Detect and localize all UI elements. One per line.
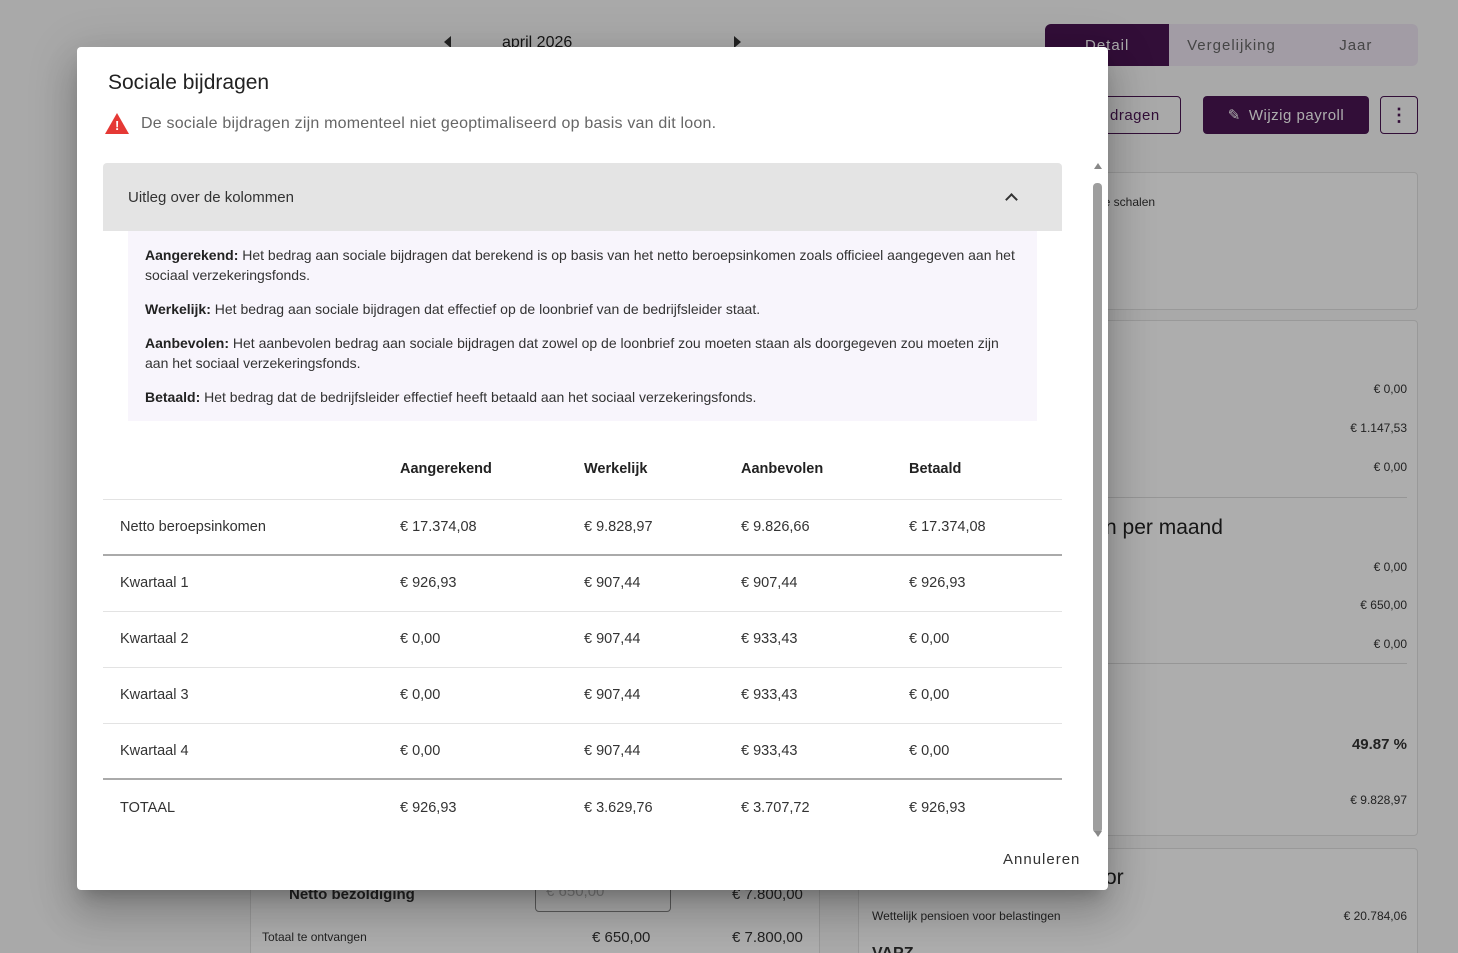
table-cell: € 0,00 — [909, 610, 1062, 667]
row-label: Kwartaal 3 — [103, 666, 400, 723]
table-cell: € 0,00 — [909, 722, 1062, 779]
column-header-werkelijk: Werkelijk — [584, 460, 648, 477]
table-cell: € 0,00 — [400, 722, 584, 779]
table-row: Kwartaal 4 € 0,00 € 907,44 € 933,43 € 0,… — [103, 722, 1062, 779]
table-cell: € 907,44 — [584, 610, 741, 667]
table-cell: € 907,44 — [584, 722, 741, 779]
table-cell: € 9.826,66 — [741, 498, 909, 555]
cancel-button[interactable]: Annuleren — [1003, 851, 1080, 868]
warning-text: De sociale bijdragen zijn momenteel niet… — [141, 114, 717, 132]
explanation-text: Het aanbevolen bedrag aan sociale bijdra… — [145, 335, 999, 371]
explanation-item: Betaald: Het bedrag dat de bedrijfsleide… — [145, 387, 1020, 407]
dialog-title: Sociale bijdragen — [108, 71, 270, 94]
column-header-aangerekend: Aangerekend — [400, 460, 492, 477]
table-cell: € 907,44 — [584, 666, 741, 723]
table-cell: € 926,93 — [400, 554, 584, 611]
scroll-up-icon[interactable] — [1094, 163, 1102, 169]
explanation-panel-body: Aangerekend: Het bedrag aan sociale bijd… — [128, 231, 1037, 421]
explanation-item: Aanbevolen: Het aanbevolen bedrag aan so… — [145, 333, 1020, 373]
warning-icon: ! — [105, 113, 129, 134]
table-cell: € 933,43 — [741, 666, 909, 723]
warning-message: ! De sociale bijdragen zijn momenteel ni… — [105, 113, 716, 134]
table-cell: € 0,00 — [909, 666, 1062, 723]
row-label: Kwartaal 2 — [103, 610, 400, 667]
explanation-term: Betaald: — [145, 389, 201, 405]
row-label: Kwartaal 4 — [103, 722, 400, 779]
dialog-scrollbar[interactable] — [1092, 163, 1103, 837]
table-row: Netto beroepsinkomen € 17.374,08 € 9.828… — [103, 498, 1062, 555]
column-header — [103, 439, 400, 499]
table-cell: € 907,44 — [741, 554, 909, 611]
explanation-panel-header[interactable]: Uitleg over de kolommen — [103, 163, 1062, 231]
explanation-text: Het bedrag aan sociale bijdragen dat ber… — [145, 247, 1015, 283]
explanation-term: Aanbevolen: — [145, 335, 230, 351]
sociale-bijdragen-dialog: Sociale bijdragen ! De sociale bijdragen… — [77, 47, 1108, 890]
table-cell: € 933,43 — [741, 610, 909, 667]
explanation-term: Aangerekend: — [145, 247, 239, 263]
row-label: TOTAAL — [103, 778, 400, 835]
table-row: Kwartaal 1 € 926,93 € 907,44 € 907,44 € … — [103, 554, 1062, 611]
table-cell: € 17.374,08 — [400, 498, 584, 555]
table-row-total: TOTAAL € 926,93 € 3.629,76 € 3.707,72 € … — [103, 778, 1062, 835]
table-cell: € 9.828,97 — [584, 498, 741, 555]
explanation-text: Het bedrag aan sociale bijdragen dat eff… — [210, 301, 761, 317]
table-cell: € 926,93 — [909, 554, 1062, 611]
chevron-up-icon — [1005, 193, 1018, 206]
column-header-betaald: Betaald — [909, 460, 962, 477]
table-cell: € 0,00 — [400, 610, 584, 667]
table-cell: € 0,00 — [400, 666, 584, 723]
table-cell: € 907,44 — [584, 554, 741, 611]
column-header-aanbevolen: Aanbevolen — [741, 460, 824, 477]
table-row: Kwartaal 3 € 0,00 € 907,44 € 933,43 € 0,… — [103, 666, 1062, 723]
table-cell: € 3.629,76 — [584, 778, 741, 835]
explanation-header-label: Uitleg over de kolommen — [128, 188, 294, 206]
table-row: Kwartaal 2 € 0,00 € 907,44 € 933,43 € 0,… — [103, 610, 1062, 667]
row-label: Netto beroepsinkomen — [103, 498, 400, 555]
table-cell: € 17.374,08 — [909, 498, 1062, 555]
table-header-row: Aangerekend Werkelijk Aanbevolen Betaald — [103, 439, 1062, 499]
table-cell: € 926,93 — [400, 778, 584, 835]
table-cell: € 926,93 — [909, 778, 1062, 835]
contributions-table: Aangerekend Werkelijk Aanbevolen Betaald… — [103, 439, 1062, 835]
scrollbar-thumb[interactable] — [1093, 183, 1102, 833]
explanation-item: Werkelijk: Het bedrag aan sociale bijdra… — [145, 299, 1020, 319]
explanation-item: Aangerekend: Het bedrag aan sociale bijd… — [145, 245, 1020, 285]
row-label: Kwartaal 1 — [103, 554, 400, 611]
scroll-down-icon[interactable] — [1094, 831, 1102, 837]
dialog-content: Uitleg over de kolommen Aangerekend: Het… — [103, 163, 1062, 837]
table-cell: € 933,43 — [741, 722, 909, 779]
explanation-term: Werkelijk: — [145, 301, 211, 317]
table-cell: € 3.707,72 — [741, 778, 909, 835]
explanation-text: Het bedrag dat de bedrijfsleider effecti… — [200, 389, 757, 405]
